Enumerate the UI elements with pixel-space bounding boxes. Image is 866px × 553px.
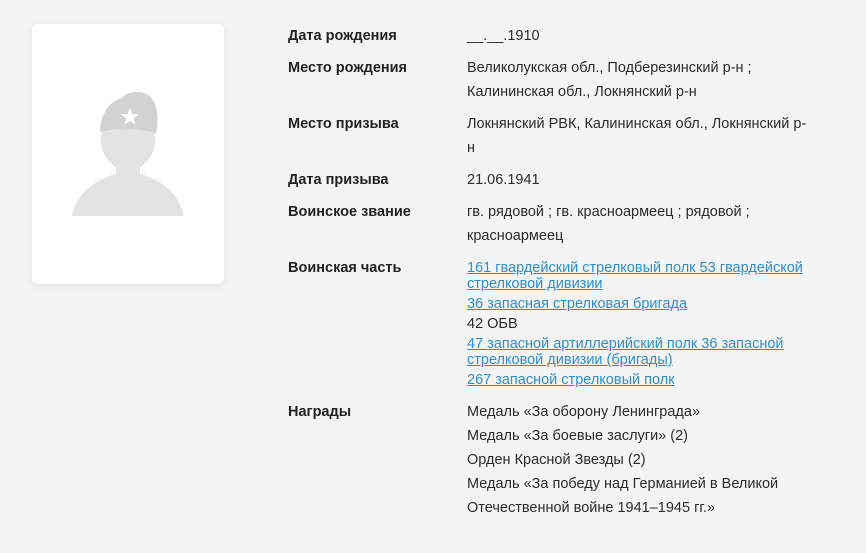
- birth-place-line: Калининская обл., Локнянский р-н: [467, 84, 697, 100]
- birth-date-row: Дата рождения __.__.1910: [288, 24, 848, 48]
- rank-value: гв. рядовой ; гв. красноармеец ; рядовой…: [467, 200, 827, 248]
- draft-place-line: Локнянский РВК, Калининская обл., Локнян…: [467, 116, 807, 132]
- draft-place-line: н: [467, 140, 476, 156]
- unit-text: 42 ОБВ: [467, 316, 518, 332]
- unit-link[interactable]: 47 запасной артиллерийский полк 36 запас…: [467, 336, 827, 368]
- award-item: Орден Красной Звезды (2): [467, 452, 646, 468]
- birth-place-line: Великолукская обл., Подберезинский р-н ;: [467, 60, 752, 76]
- rank-label: Воинское звание: [288, 204, 411, 220]
- award-item: Отечественной войне 1941–1945 гг.»: [467, 500, 715, 516]
- soldier-silhouette-icon: [72, 91, 184, 216]
- unit-list: 161 гвардейский стрелковый полк 53 гвард…: [467, 256, 827, 392]
- rank-row: Воинское звание гв. рядовой ; гв. красно…: [288, 200, 848, 248]
- draft-date-row: Дата призыва 21.06.1941: [288, 168, 848, 192]
- unit-link[interactable]: 161 гвардейский стрелковый полк 53 гвард…: [467, 260, 827, 292]
- award-item: Медаль «За победу над Германией в Велико…: [467, 476, 779, 492]
- birth-place-label: Место рождения: [288, 60, 408, 76]
- awards-row: Награды Медаль «За оборону Ленинграда» М…: [288, 400, 848, 520]
- draft-date-value: 21.06.1941: [467, 172, 540, 188]
- draft-place-label: Место призыва: [288, 116, 399, 132]
- awards-label: Награды: [288, 404, 352, 420]
- draft-date-label: Дата призыва: [288, 172, 389, 188]
- birth-place-value: Великолукская обл., Подберезинский р-н ;…: [467, 56, 827, 104]
- award-item: Медаль «За боевые заслуги» (2): [467, 428, 688, 444]
- rank-line: гв. рядовой ; гв. красноармеец ; рядовой…: [467, 204, 750, 220]
- awards-list: Медаль «За оборону Ленинграда» Медаль «З…: [467, 400, 827, 520]
- rank-line: красноармеец: [467, 228, 564, 244]
- award-item: Медаль «За оборону Ленинграда»: [467, 404, 701, 420]
- draft-place-row: Место призыва Локнянский РВК, Калининска…: [288, 112, 848, 160]
- profile-photo-card: [32, 24, 224, 284]
- birth-place-row: Место рождения Великолукская обл., Подбе…: [288, 56, 848, 104]
- unit-link[interactable]: 267 запасной стрелковый полк: [467, 372, 827, 388]
- birth-date-value: __.__.1910: [467, 28, 540, 44]
- unit-label: Воинская часть: [288, 260, 402, 276]
- unit-row: Воинская часть 161 гвардейский стрелковы…: [288, 256, 848, 392]
- person-info: Дата рождения __.__.1910 Место рождения …: [288, 24, 848, 528]
- birth-date-label: Дата рождения: [288, 28, 397, 44]
- unit-link[interactable]: 36 запасная стрелковая бригада: [467, 296, 827, 312]
- draft-place-value: Локнянский РВК, Калининская обл., Локнян…: [467, 112, 827, 160]
